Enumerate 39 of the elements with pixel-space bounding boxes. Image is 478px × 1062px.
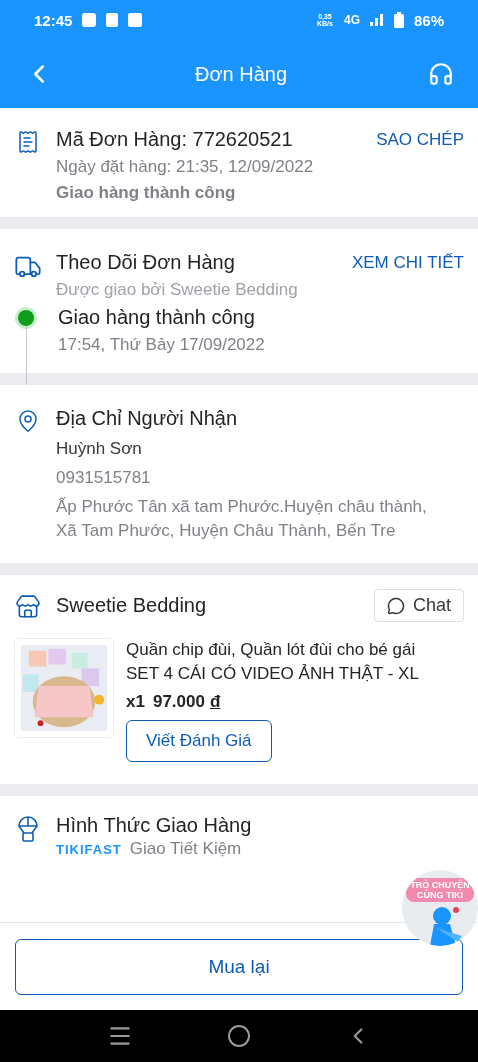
shipping-title: Hình Thức Giao Hàng <box>56 814 253 837</box>
event-time: 17:54, Thứ Bảy 17/09/2022 <box>58 335 266 355</box>
recipient-phone: 0931515781 <box>56 468 152 488</box>
location-pin-icon <box>16 409 40 433</box>
signal-icon <box>369 14 384 26</box>
network-type: 4G <box>343 13 360 27</box>
tracking-title: Theo Dõi Đơn Hàng <box>56 251 235 274</box>
details-link[interactable]: XEM CHI TIẾT <box>351 252 464 273</box>
event-status: Giao hàng thành công <box>58 306 256 329</box>
quantity: x1 <box>126 692 145 712</box>
chat-bubble-icon <box>386 596 405 615</box>
recipient-name: Huỳnh Sơn <box>56 439 143 459</box>
battery-icon <box>393 12 404 28</box>
shipping-logo: TIKIFAST <box>56 842 122 857</box>
page-title: Đơn Hàng <box>194 62 288 86</box>
home-icon[interactable] <box>227 1024 251 1048</box>
address-line: Ấp Phước Tân xã tam Phước.Huyện châu thành, <box>56 497 428 517</box>
shipping-method: Giao Tiết Kiệm <box>129 839 242 859</box>
write-review-button[interactable]: Viết Đánh Giá <box>126 720 272 762</box>
address-line: Xã Tam Phước, Huyện Châu Thành, Bến Tre <box>56 521 397 541</box>
chat-prompt: TRÒ CHUYỆN CÙNG TIKI <box>406 878 474 902</box>
order-date: Ngày đặt hàng: 21:35, 12/09/2022 <box>56 157 315 177</box>
shop-name: Sweetie Bedding <box>56 594 207 617</box>
parachute-box-icon <box>17 816 39 842</box>
copy-link[interactable]: SAO CHÉP <box>376 129 464 150</box>
store-icon <box>15 593 41 620</box>
headset-icon[interactable] <box>428 61 454 87</box>
address-title: Địa Chỉ Người Nhận <box>56 407 238 430</box>
battery-level: 86% <box>413 11 444 29</box>
order-code: Mã Đơn Hàng: 772620521 <box>56 128 293 151</box>
order-status: Giao hàng thành công <box>56 183 237 203</box>
chat-button[interactable]: Chat <box>373 589 464 622</box>
receipt-icon <box>16 130 40 154</box>
status-time: 12:45 <box>34 11 73 29</box>
rebuy-button[interactable]: Mua lại <box>15 938 463 995</box>
currency: đ <box>209 692 221 712</box>
carrier-text: Được giao bởi Sweetie Bedding <box>56 280 299 300</box>
price: 97.000 <box>152 692 205 712</box>
mascot-drawing <box>430 904 462 946</box>
